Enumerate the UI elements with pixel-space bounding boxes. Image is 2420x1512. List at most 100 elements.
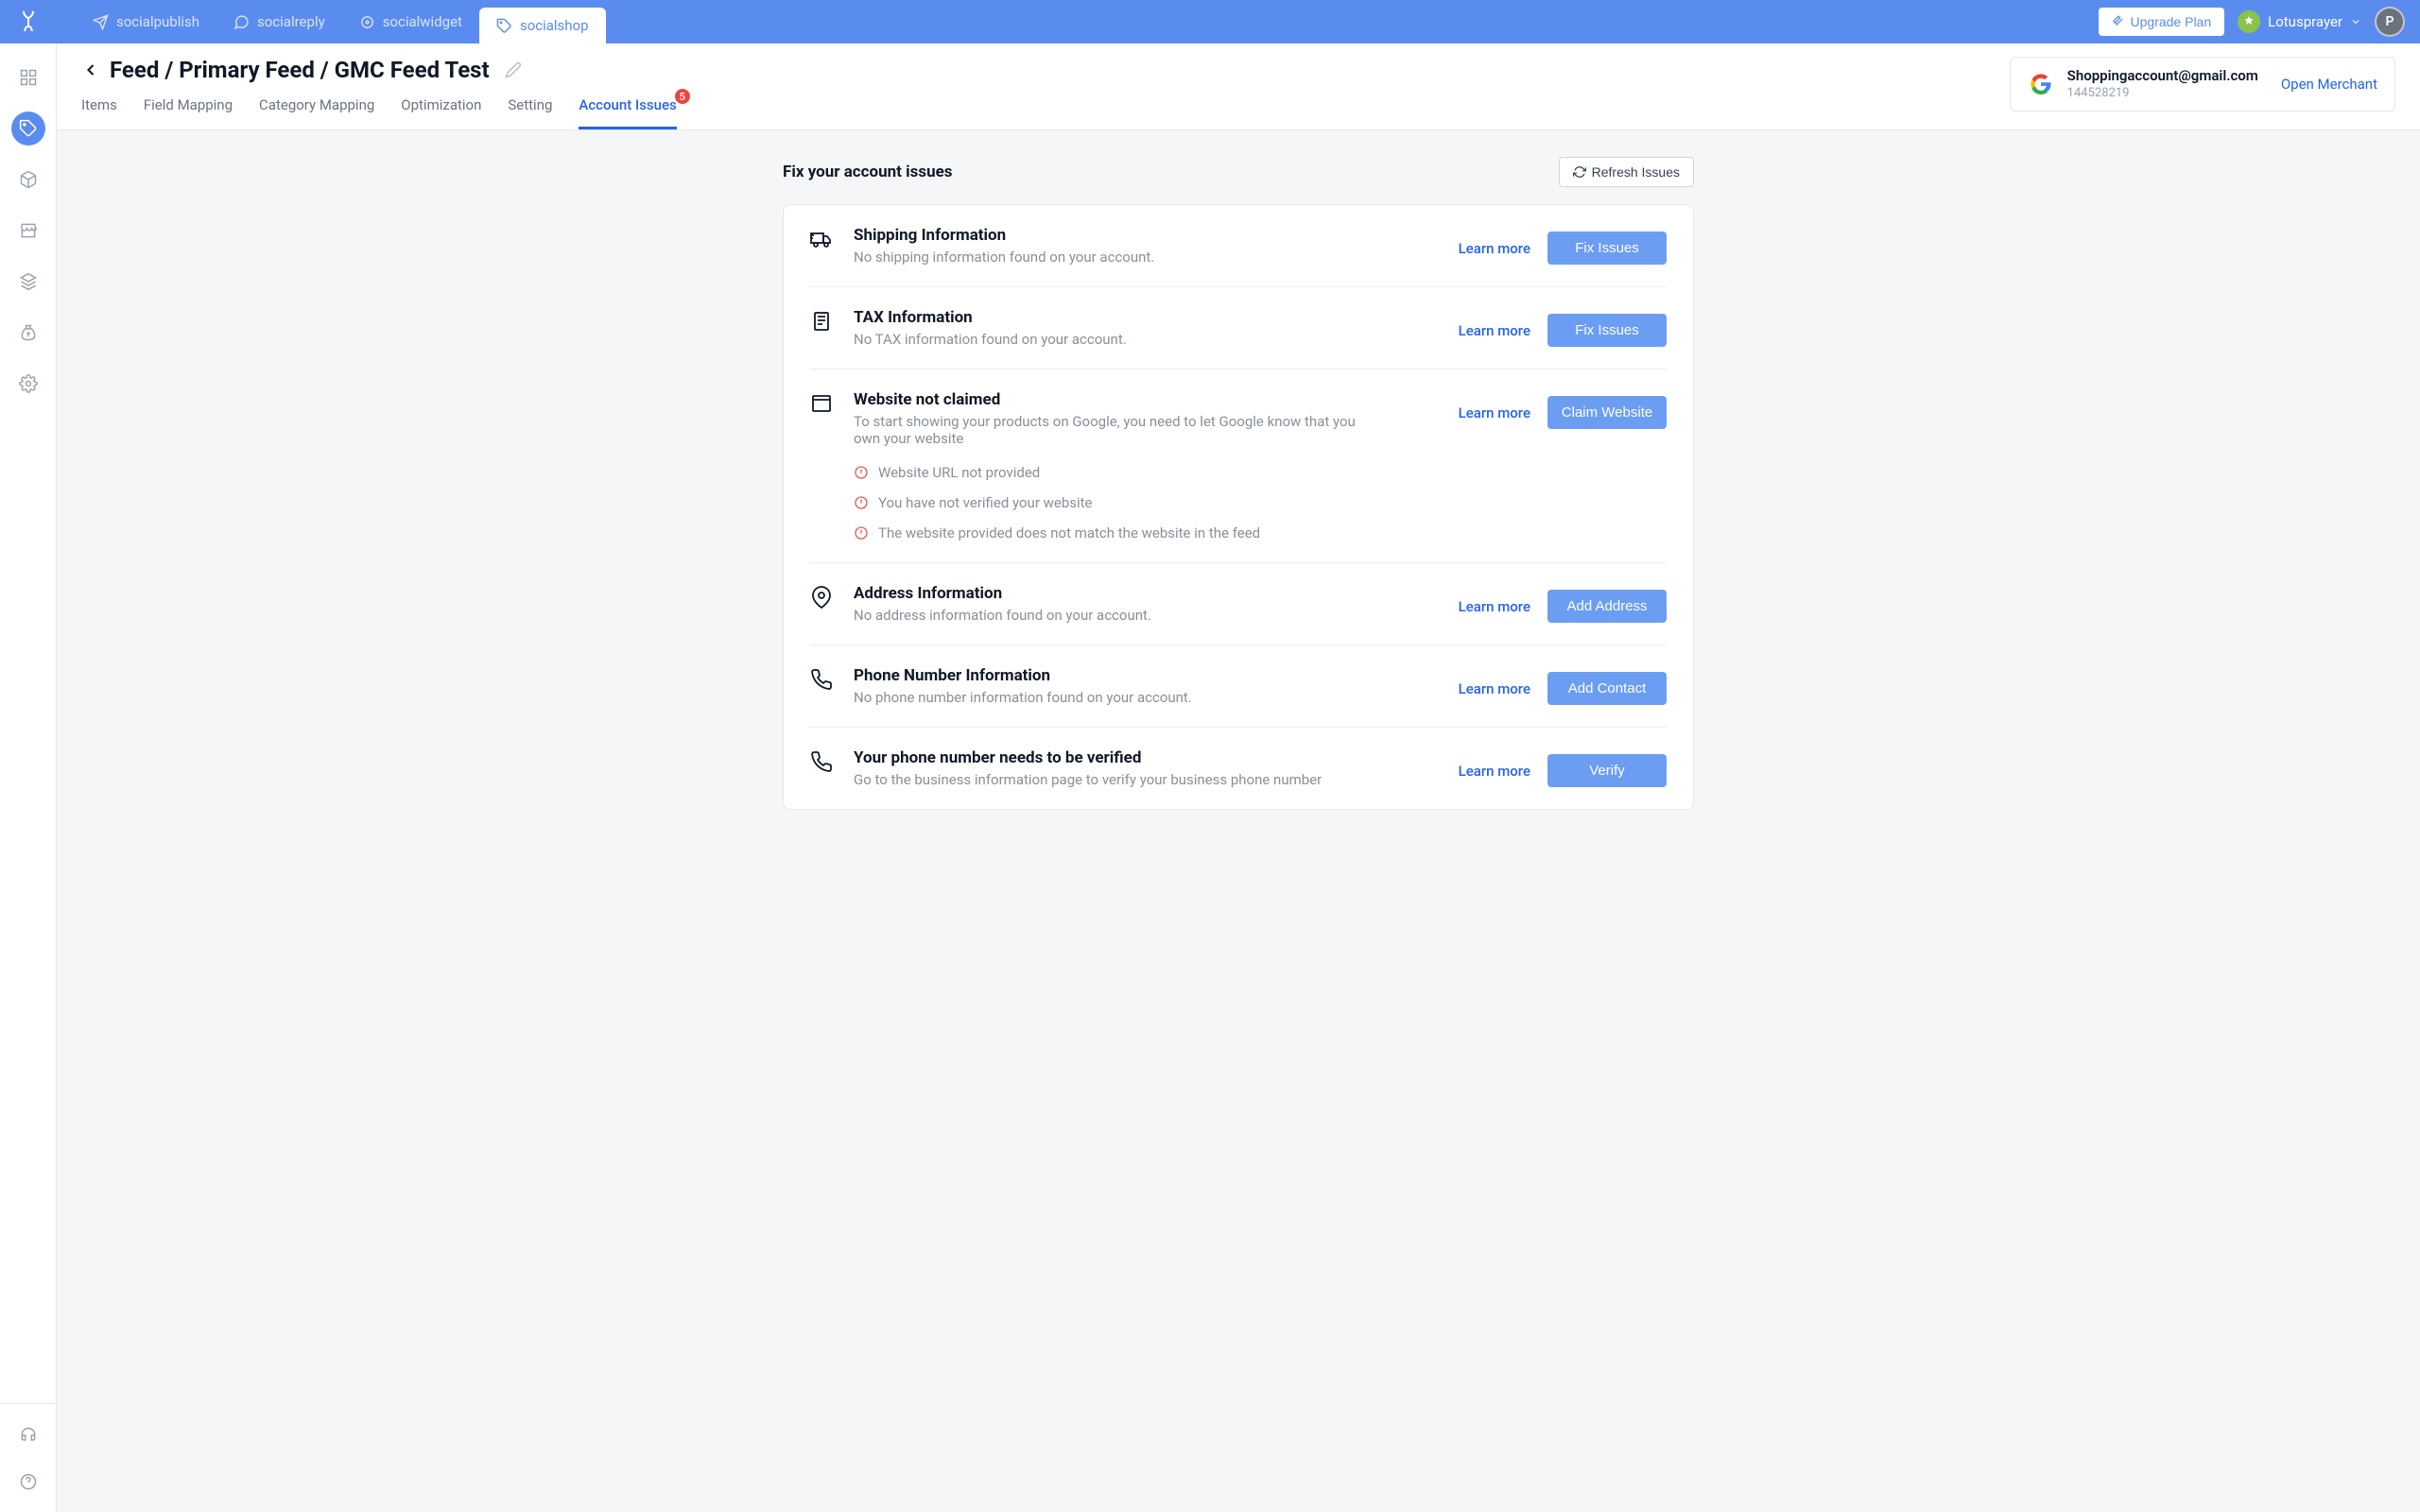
issue-desc: No TAX information found on your account… xyxy=(854,331,1383,348)
tab-label: socialwidget xyxy=(383,13,462,30)
refresh-icon xyxy=(1573,165,1586,179)
avatar[interactable]: P xyxy=(2375,7,2405,37)
sidebar-store[interactable] xyxy=(11,214,45,248)
learn-more-link[interactable]: Learn more xyxy=(1459,240,1530,257)
sidebar-help[interactable] xyxy=(11,1465,45,1499)
chevron-left-icon xyxy=(81,60,100,79)
tax-icon xyxy=(810,310,835,333)
subtab-field-mapping[interactable]: Field Mapping xyxy=(144,96,233,129)
issue-row: Your phone number needs to be verified G… xyxy=(810,728,1667,809)
subtab-setting[interactable]: Setting xyxy=(508,96,552,129)
shipping-icon xyxy=(810,228,835,250)
sidebar-layers[interactable] xyxy=(11,265,45,299)
topbar-tabs: socialpublish socialreply socialwidget s… xyxy=(76,0,606,43)
moneybag-icon xyxy=(19,323,38,342)
subtab-account-issues[interactable]: Account Issues 5 xyxy=(579,96,676,129)
location-icon xyxy=(810,586,835,609)
sidebar xyxy=(0,43,57,1512)
subtabs: Items Field Mapping Category Mapping Opt… xyxy=(81,96,2010,129)
tab-socialshop[interactable]: socialshop xyxy=(479,8,606,43)
store-icon xyxy=(19,221,38,240)
rocket-icon xyxy=(2112,15,2125,28)
sidebar-tags[interactable] xyxy=(11,112,45,146)
issue-title: Your phone number needs to be verified xyxy=(854,748,1440,767)
page-header: Feed / Primary Feed / GMC Feed Test Item… xyxy=(57,43,2420,130)
back-button[interactable] xyxy=(81,60,100,79)
claim-website-button[interactable]: Claim Website xyxy=(1547,396,1667,429)
sidebar-products[interactable] xyxy=(11,163,45,197)
breadcrumb: Feed / Primary Feed / GMC Feed Test xyxy=(110,57,490,83)
topbar: socialpublish socialreply socialwidget s… xyxy=(0,0,2420,43)
issues-badge: 5 xyxy=(675,89,690,104)
phone-icon xyxy=(810,750,835,773)
issue-desc: To start showing your products on Google… xyxy=(854,413,1383,447)
issue-row: Address Information No address informati… xyxy=(810,563,1667,645)
issue-title: TAX Information xyxy=(854,308,1440,327)
learn-more-link[interactable]: Learn more xyxy=(1459,763,1530,780)
merchant-id: 144528219 xyxy=(2067,86,2258,102)
sub-issue: You have not verified your website xyxy=(854,494,1440,511)
tab-socialreply[interactable]: socialreply xyxy=(216,4,342,40)
user-menu[interactable]: Lotusprayer xyxy=(2238,10,2361,33)
issue-title: Website not claimed xyxy=(854,390,1440,409)
edit-title-button[interactable] xyxy=(505,61,522,78)
username-label: Lotusprayer xyxy=(2268,13,2342,30)
subtab-items[interactable]: Items xyxy=(81,96,117,129)
phone-icon xyxy=(810,668,835,691)
warning-icon xyxy=(854,465,869,480)
warning-icon xyxy=(854,525,869,541)
open-merchant-link[interactable]: Open Merchant xyxy=(2281,76,2377,93)
tab-label: socialreply xyxy=(257,13,325,30)
sidebar-support[interactable] xyxy=(11,1418,45,1452)
learn-more-link[interactable]: Learn more xyxy=(1459,598,1530,615)
issue-title: Phone Number Information xyxy=(854,666,1440,685)
subtab-optimization[interactable]: Optimization xyxy=(401,96,481,129)
learn-more-link[interactable]: Learn more xyxy=(1459,404,1530,421)
fix-issues-button[interactable]: Fix Issues xyxy=(1547,232,1667,265)
topbar-right: Upgrade Plan Lotusprayer P xyxy=(2099,7,2420,37)
sidebar-settings[interactable] xyxy=(11,367,45,401)
gear-icon xyxy=(19,374,38,393)
grid-icon xyxy=(19,68,38,87)
add-contact-button[interactable]: Add Contact xyxy=(1547,672,1667,705)
layers-icon xyxy=(19,272,38,291)
upgrade-label: Upgrade Plan xyxy=(2131,14,2212,29)
logo[interactable] xyxy=(0,8,57,36)
issue-row: Shipping Information No shipping informa… xyxy=(810,205,1667,287)
tag-icon xyxy=(496,18,512,34)
merchant-box: Shoppingaccount@gmail.com 144528219 Open… xyxy=(2010,57,2395,112)
shopify-icon xyxy=(2238,10,2260,33)
upgrade-plan-button[interactable]: Upgrade Plan xyxy=(2099,8,2225,36)
issues-card: Shipping Information No shipping informa… xyxy=(783,204,1694,810)
sidebar-dashboard[interactable] xyxy=(11,60,45,94)
fix-issues-button[interactable]: Fix Issues xyxy=(1547,314,1667,347)
issue-title: Shipping Information xyxy=(854,226,1440,245)
subtab-category-mapping[interactable]: Category Mapping xyxy=(259,96,374,129)
refresh-issues-button[interactable]: Refresh Issues xyxy=(1559,157,1694,187)
add-address-button[interactable]: Add Address xyxy=(1547,590,1667,623)
chat-icon xyxy=(233,14,250,30)
headset-icon xyxy=(19,1425,38,1444)
verify-button[interactable]: Verify xyxy=(1547,754,1667,787)
sidebar-money[interactable] xyxy=(11,316,45,350)
section-title: Fix your account issues xyxy=(783,163,953,181)
google-icon xyxy=(2028,71,2054,97)
issue-title: Address Information xyxy=(854,584,1440,603)
tab-label: socialpublish xyxy=(116,13,199,30)
issue-desc: No shipping information found on your ac… xyxy=(854,249,1383,266)
issue-row: Phone Number Information No phone number… xyxy=(810,645,1667,728)
issue-desc: Go to the business information page to v… xyxy=(854,771,1383,788)
merchant-email: Shoppingaccount@gmail.com xyxy=(2067,67,2258,86)
issue-desc: No address information found on your acc… xyxy=(854,607,1383,624)
chevron-down-icon xyxy=(2350,16,2361,27)
issue-desc: No phone number information found on you… xyxy=(854,689,1383,706)
tab-socialwidget[interactable]: socialwidget xyxy=(342,4,479,40)
sub-issue: Website URL not provided xyxy=(854,464,1440,481)
issue-row: Website not claimed To start showing you… xyxy=(810,369,1667,563)
tab-socialpublish[interactable]: socialpublish xyxy=(76,4,216,40)
target-icon xyxy=(359,14,375,30)
send-icon xyxy=(93,14,109,30)
learn-more-link[interactable]: Learn more xyxy=(1459,322,1530,339)
issue-row: TAX Information No TAX information found… xyxy=(810,287,1667,369)
learn-more-link[interactable]: Learn more xyxy=(1459,680,1530,697)
